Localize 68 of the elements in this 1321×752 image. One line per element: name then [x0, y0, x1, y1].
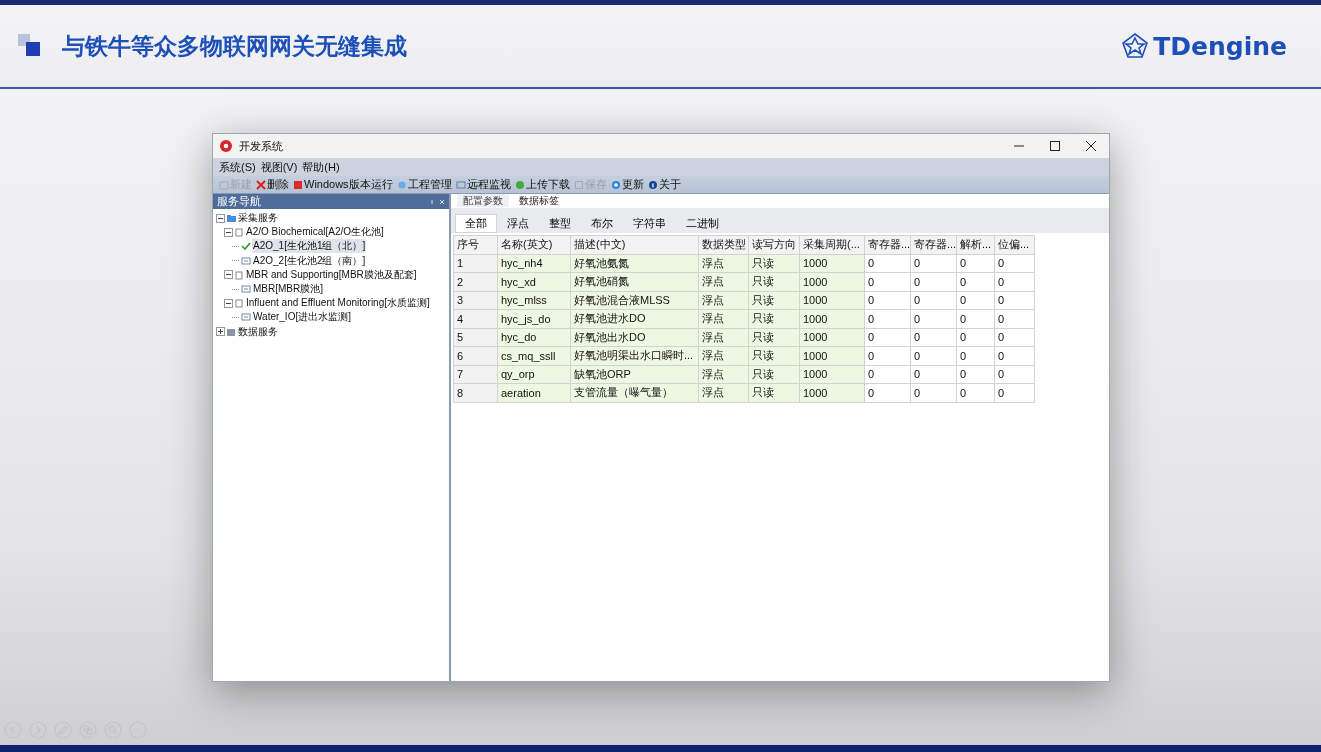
tree-item[interactable]: MBR[MBR膜池]	[252, 282, 324, 297]
expand-icon[interactable]	[216, 327, 225, 337]
collapse-icon[interactable]	[216, 213, 225, 223]
filter-tab[interactable]: 浮点	[497, 214, 539, 233]
toolbar-button[interactable]: 工程管理	[394, 176, 454, 193]
device-icon	[241, 312, 251, 323]
close-icon[interactable]	[1086, 141, 1096, 151]
tree-item[interactable]: 数据服务	[237, 324, 279, 339]
node-icon	[234, 269, 244, 280]
collapse-icon[interactable]	[224, 270, 233, 280]
column-header[interactable]: 读写方向	[748, 235, 800, 254]
window-title: 开发系统	[239, 138, 284, 154]
gear-icon	[219, 139, 233, 153]
document-icon	[219, 179, 229, 190]
filter-tab[interactable]: 字符串	[623, 214, 676, 233]
slide-bullet-icon	[18, 34, 42, 58]
column-header[interactable]: 描述(中文)	[570, 235, 699, 254]
screen-icon	[455, 179, 466, 190]
pin-icon[interactable]	[431, 198, 445, 205]
dot-icon	[396, 179, 407, 190]
tree-item[interactable]: 采集服务	[237, 211, 279, 226]
toolbar-button[interactable]: 远程监视	[453, 176, 513, 193]
dot-icon	[514, 179, 525, 190]
toolbar-button[interactable]: 删除	[254, 176, 291, 193]
node-icon	[234, 298, 244, 309]
toolbar-button[interactable]: 更新	[608, 176, 646, 193]
square-icon	[293, 179, 303, 190]
tab[interactable]: 配置参数	[457, 194, 509, 207]
filter-tab[interactable]: 布尔	[581, 214, 623, 233]
column-header[interactable]: 寄存器...	[910, 235, 957, 254]
toolbar-button[interactable]: 上传下载	[512, 176, 572, 193]
toolbar-button[interactable]: Windows版本运行	[291, 176, 395, 193]
brand-logo: TDengine	[1153, 31, 1287, 61]
folder-icon	[226, 213, 236, 224]
filter-tab[interactable]: 全部	[455, 214, 497, 233]
refresh-icon	[610, 179, 621, 190]
filter-tab[interactable]: 二进制	[676, 214, 729, 233]
database-icon	[226, 326, 236, 337]
filter-tab[interactable]: 整型	[539, 214, 581, 233]
menu-item[interactable]: 系统(S)	[219, 159, 256, 175]
toolbar-button[interactable]: 关于	[645, 176, 683, 193]
column-header[interactable]: 数据类型	[698, 235, 749, 254]
cross-icon	[256, 179, 266, 190]
tree-item[interactable]: Influent and Effluent Monitoring[水质监测]	[245, 296, 431, 311]
tree-item[interactable]: Water_IO[进出水监测]	[252, 310, 352, 325]
column-header[interactable]: 序号	[453, 235, 498, 254]
collapse-icon[interactable]	[224, 298, 233, 308]
menu-item[interactable]: 帮助(H)	[302, 159, 340, 175]
star-icon	[1121, 32, 1150, 60]
info-icon	[647, 179, 658, 190]
column-header[interactable]: 寄存器...	[864, 235, 911, 254]
tree-item[interactable]: A2O_1[生化池1组（北）]	[252, 239, 367, 254]
maximize-icon[interactable]	[1050, 141, 1060, 151]
tree-item[interactable]: A2/O Biochemical[A2/O生化池]	[245, 225, 385, 240]
collapse-icon[interactable]	[224, 227, 233, 237]
device-icon	[241, 284, 251, 295]
column-header[interactable]: 采集周期(...	[799, 235, 865, 254]
node-icon	[234, 227, 244, 238]
column-header[interactable]: 位偏...	[994, 235, 1035, 254]
device-icon	[241, 255, 251, 266]
menu-item[interactable]: 视图(V)	[260, 159, 298, 175]
column-header[interactable]: 名称(英文)	[497, 235, 571, 254]
tree-item[interactable]: A2O_2[生化池2组（南）]	[252, 253, 367, 268]
slide-title: 与铁牛等众多物联网网关无缝集成	[62, 31, 407, 61]
check-icon	[241, 241, 251, 252]
column-header[interactable]: 解析...	[956, 235, 995, 254]
panel-title: 服务导航	[217, 194, 261, 209]
tree-item[interactable]: MBR and Supporting[MBR膜池及配套]	[245, 267, 418, 282]
